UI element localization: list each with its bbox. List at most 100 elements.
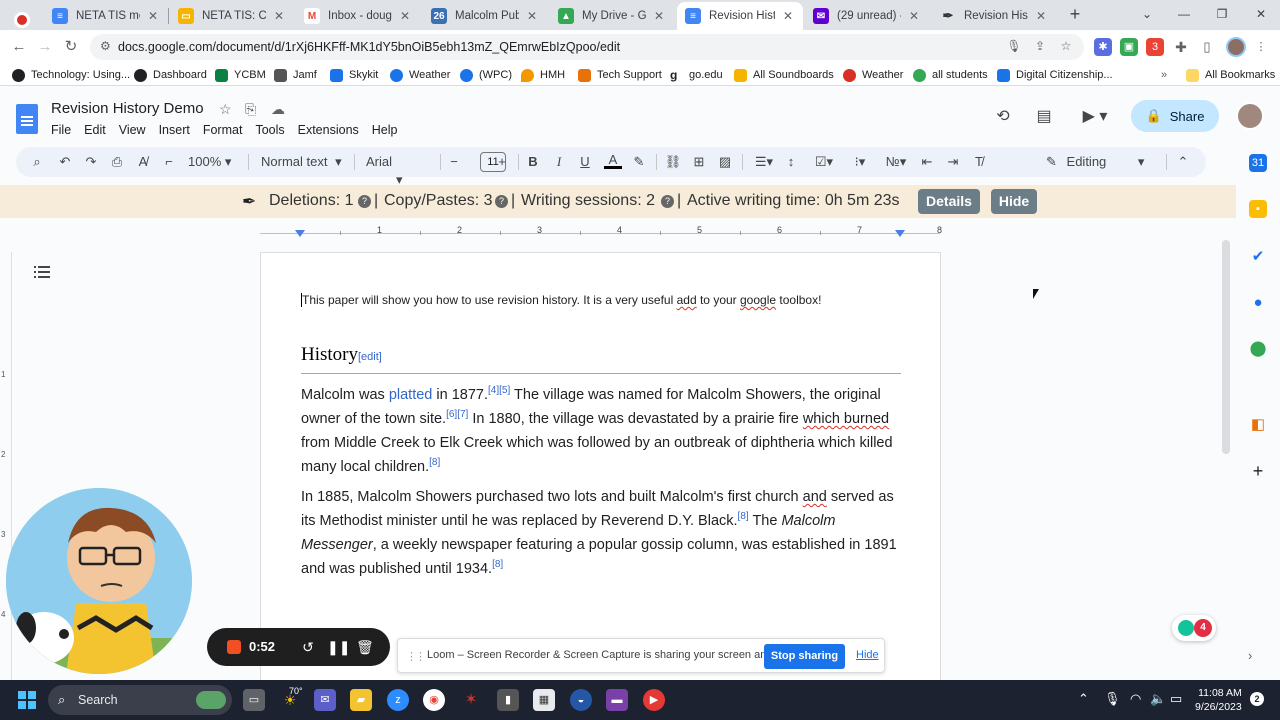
task-view-icon[interactable]: ▭: [243, 689, 265, 711]
address-bar[interactable]: ⚙ docs.google.com/document/d/1rXj6HKFff-…: [90, 34, 1084, 60]
screen-recorder-icon[interactable]: ▶: [643, 689, 665, 711]
citation-link[interactable]: [8]: [492, 559, 503, 570]
spellcheck-icon[interactable]: A̸: [134, 153, 152, 171]
bookmark-item[interactable]: Tech Support: [578, 67, 662, 83]
bookmark-item[interactable]: (WPC): [460, 67, 512, 83]
show-hidden-icons-chevron-icon[interactable]: ⌃: [1078, 691, 1089, 707]
vertical-ruler[interactable]: 1 2 3 4: [0, 252, 12, 680]
bookmark-item[interactable]: Digital Citizenship...: [997, 67, 1113, 83]
version-history-icon[interactable]: ⟲: [992, 106, 1014, 128]
bookmark-item[interactable]: Dashboard: [134, 67, 207, 83]
right-indent-marker[interactable]: [895, 230, 905, 237]
new-tab-button[interactable]: +: [1064, 4, 1086, 26]
menu-view[interactable]: View: [119, 123, 146, 137]
calendar-icon[interactable]: 31: [1249, 154, 1267, 172]
bookmark-star-icon[interactable]: ☆: [1058, 39, 1074, 55]
document-page[interactable]: This paper will show you how to use revi…: [260, 252, 941, 680]
delete-icon[interactable]: 🗑: [356, 638, 374, 656]
site-info-icon[interactable]: ⚙: [100, 39, 111, 53]
style-select[interactable]: Normal text ▾: [261, 153, 347, 171]
document-title[interactable]: Revision History Demo: [51, 100, 204, 117]
star-icon[interactable]: ☆: [219, 101, 232, 118]
editing-mode-select[interactable]: ✎ Editing ▾: [1046, 153, 1156, 171]
tab-8[interactable]: ✒ Revision History ✕: [932, 2, 1056, 30]
google-docs-logo-icon[interactable]: [16, 104, 38, 134]
stop-sharing-button[interactable]: Stop sharing: [764, 644, 845, 669]
side-panel-icon[interactable]: ▯: [1198, 38, 1216, 56]
help-icon[interactable]: ?: [661, 195, 674, 208]
help-icon[interactable]: ?: [495, 195, 508, 208]
share-page-icon[interactable]: ⇪: [1032, 39, 1048, 55]
get-addons-icon[interactable]: +: [1249, 462, 1267, 480]
taskbar-search[interactable]: ⌕ Search: [48, 685, 232, 715]
add-comment-icon[interactable]: ⊞: [690, 153, 708, 171]
move-folder-icon[interactable]: ⎘: [245, 101, 256, 118]
undo-icon[interactable]: ↶: [56, 153, 74, 171]
app-icon[interactable]: ▬: [606, 689, 628, 711]
insert-image-icon[interactable]: ▨: [716, 153, 734, 171]
intro-paragraph[interactable]: This paper will show you how to use revi…: [301, 293, 821, 307]
decrease-indent-icon[interactable]: ⇤: [918, 153, 936, 171]
details-button[interactable]: Details: [918, 189, 980, 214]
help-icon[interactable]: ?: [358, 195, 371, 208]
hide-sharing-bar-link[interactable]: Hide: [856, 649, 879, 661]
extension-icon[interactable]: ▣: [1120, 38, 1138, 56]
file-explorer-icon[interactable]: ▰: [350, 689, 372, 711]
battery-icon[interactable]: ▭: [1170, 691, 1182, 707]
extension-icon[interactable]: 3: [1146, 38, 1164, 56]
start-windows-icon[interactable]: [18, 691, 36, 709]
grammar-flag[interactable]: and: [803, 489, 827, 505]
hide-banner-button[interactable]: Hide: [991, 189, 1037, 214]
horizontal-ruler[interactable]: 1 2 3 4 5 6 7 8: [0, 222, 1236, 240]
bookmark-item[interactable]: all students: [913, 67, 988, 83]
menu-extensions[interactable]: Extensions: [298, 123, 359, 137]
maps-icon[interactable]: ⬤: [1249, 340, 1267, 358]
close-tab-icon[interactable]: ✕: [272, 9, 286, 23]
system-clock[interactable]: 11:08 AM 9/26/2023: [1195, 686, 1242, 714]
print-icon[interactable]: ⎙: [108, 153, 126, 171]
notification-count-badge[interactable]: 2: [1250, 692, 1264, 706]
maximize-window-button[interactable]: ❐: [1212, 4, 1232, 24]
bookmark-item[interactable]: YCBM: [215, 67, 266, 83]
app-icon[interactable]: ▮: [497, 689, 519, 711]
profile-avatar[interactable]: [1226, 37, 1246, 57]
restart-icon[interactable]: ↺: [300, 638, 316, 656]
close-window-button[interactable]: ✕: [1251, 4, 1271, 24]
checklist-icon[interactable]: ☑▾: [810, 153, 838, 171]
drag-handle-icon[interactable]: ⋮⋮: [406, 650, 426, 663]
tab-6-active[interactable]: ≡ Revision History ✕: [677, 2, 803, 30]
close-tab-icon[interactable]: ✕: [907, 9, 921, 23]
menu-file[interactable]: File: [51, 123, 71, 137]
numbered-list-icon[interactable]: №▾: [882, 153, 910, 171]
tab-1[interactable]: ≡ NETA TIS meetin ✕: [44, 2, 168, 30]
app-icon[interactable]: ✶: [460, 689, 482, 711]
citation-link[interactable]: [4][5]: [488, 385, 510, 396]
close-tab-icon[interactable]: ✕: [398, 9, 412, 23]
contacts-icon[interactable]: ●: [1249, 294, 1267, 312]
close-tab-icon[interactable]: ✕: [525, 9, 539, 23]
stop-recording-icon[interactable]: [227, 640, 241, 654]
forward-arrow-icon[interactable]: →: [36, 38, 54, 56]
tab-2[interactable]: ▭ NETA TIS: ChatG ✕: [170, 2, 294, 30]
redo-icon[interactable]: ↷: [82, 153, 100, 171]
bookmark-item[interactable]: Skykit: [330, 67, 378, 83]
meet-video-icon[interactable]: ▶ ▾: [1078, 106, 1112, 128]
increase-font-size-button[interactable]: +: [494, 153, 510, 171]
font-select[interactable]: Arial ▾: [366, 153, 432, 187]
paragraph-2[interactable]: In 1885, Malcolm Showers purchased two l…: [301, 485, 901, 581]
keep-icon[interactable]: ▪: [1249, 200, 1267, 218]
share-button[interactable]: 🔒 Share: [1131, 100, 1219, 132]
office-addon-icon[interactable]: ◧: [1249, 416, 1267, 434]
comments-icon[interactable]: ▤: [1033, 106, 1055, 128]
bulleted-list-icon[interactable]: ⁝▾: [846, 153, 874, 171]
search-menus-icon[interactable]: ⌕: [28, 153, 46, 171]
tab-search-icon[interactable]: ⌄: [1137, 4, 1157, 24]
menu-edit[interactable]: Edit: [84, 123, 106, 137]
citation-link[interactable]: [6][7]: [446, 409, 468, 420]
tab-4[interactable]: 26 Malcolm Public S ✕: [423, 2, 547, 30]
line-spacing-icon[interactable]: ↕: [782, 153, 800, 171]
more-menu-icon[interactable]: ⋮: [1252, 38, 1270, 56]
menu-help[interactable]: Help: [372, 123, 398, 137]
decrease-font-size-button[interactable]: −: [446, 153, 462, 171]
spelling-flag[interactable]: add: [677, 293, 697, 307]
